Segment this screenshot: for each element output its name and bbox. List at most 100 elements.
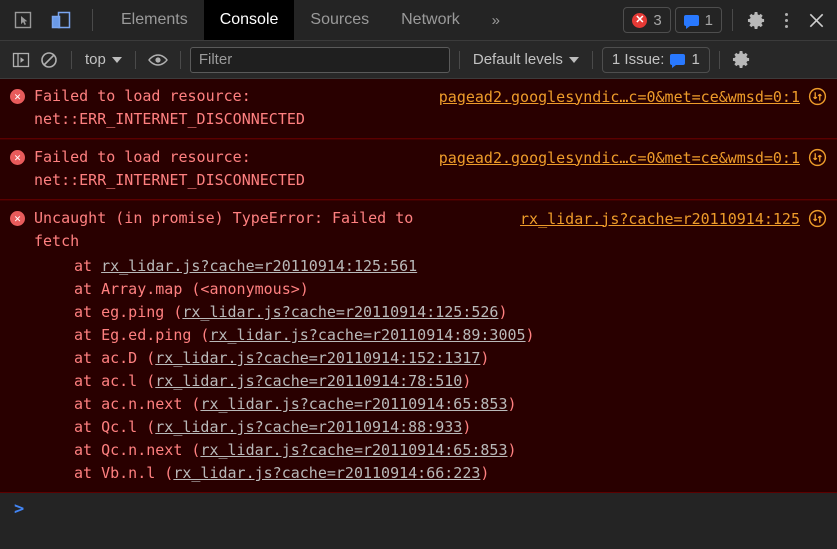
- log-levels-selector[interactable]: Default levels: [469, 48, 583, 72]
- device-toolbar-icon[interactable]: [48, 7, 74, 33]
- console-message-row[interactable]: ✕ Failed to load resource: net::ERR_INTE…: [0, 139, 837, 200]
- stack-frame: at eg.ping (rx_lidar.js?cache=r20110914:…: [34, 301, 827, 324]
- error-x-icon: ✕: [10, 150, 25, 165]
- stack-frame-function: at Vb.n.l (: [74, 464, 174, 482]
- error-x-icon: ✕: [632, 12, 648, 28]
- filterbar-divider-4: [458, 50, 460, 69]
- network-request-icon[interactable]: [808, 209, 827, 228]
- stack-frame: at ac.D (rx_lidar.js?cache=r20110914:152…: [34, 347, 827, 370]
- gear-icon[interactable]: [743, 7, 769, 33]
- source-link[interactable]: rx_lidar.js?cache=r20110914:125: [520, 210, 800, 228]
- clear-console-icon[interactable]: [36, 47, 62, 73]
- right-controls-divider: [732, 9, 733, 31]
- stack-frame-tail: ): [462, 372, 472, 390]
- filter-input[interactable]: [189, 46, 450, 73]
- prompt-caret-icon: >: [14, 499, 25, 519]
- error-x-icon: ✕: [10, 211, 25, 226]
- stack-frame: at ac.l (rx_lidar.js?cache=r20110914:78:…: [34, 370, 827, 393]
- stack-frame-function: at ac.n.next (: [74, 395, 201, 413]
- console-message-source: pagead2.googlesyndic…c=0&met=ce&wmsd=0:1: [439, 148, 827, 167]
- tabbar-divider: [92, 9, 93, 31]
- console-message-text: Failed to load resource: net::ERR_INTERN…: [34, 148, 305, 189]
- stack-frame: at ac.n.next (rx_lidar.js?cache=r2011091…: [34, 393, 827, 416]
- kebab-menu-icon[interactable]: [773, 7, 799, 33]
- stack-frame: at Qc.n.next (rx_lidar.js?cache=r2011091…: [34, 439, 827, 462]
- message-count-label: 1: [704, 11, 713, 29]
- stack-frame: at Vb.n.l (rx_lidar.js?cache=r20110914:6…: [34, 462, 827, 485]
- stack-frame-location-link[interactable]: rx_lidar.js?cache=r20110914:65:853: [200, 395, 507, 413]
- console-message-text: Uncaught (in promise) TypeError: Failed …: [34, 209, 423, 250]
- close-icon[interactable]: [803, 7, 829, 33]
- log-levels-label: Default levels: [472, 51, 563, 68]
- tabbar-right-controls: ✕ 3 1: [623, 0, 837, 40]
- stack-frame-function: at Qc.l (: [74, 418, 156, 436]
- console-filter-toolbar: top Default levels 1 Issue: 1: [0, 41, 837, 79]
- tab-network[interactable]: Network: [385, 0, 476, 40]
- filterbar-divider-1: [71, 50, 72, 69]
- filterbar-divider-5: [591, 50, 593, 69]
- network-request-icon[interactable]: [808, 148, 827, 167]
- console-sidebar-icon[interactable]: [8, 47, 34, 73]
- console-prompt[interactable]: >: [0, 493, 837, 518]
- filterbar-divider-2: [134, 50, 136, 69]
- network-request-icon[interactable]: [808, 87, 827, 106]
- chevron-down-icon: [568, 56, 579, 63]
- console-message-row[interactable]: ✕ Failed to load resource: net::ERR_INTE…: [0, 79, 837, 139]
- stack-frame-tail: ): [462, 418, 472, 436]
- issue-bubble-icon: [670, 54, 686, 68]
- stack-frame-tail: ): [507, 441, 517, 459]
- stack-frame-tail: ): [480, 349, 490, 367]
- source-link[interactable]: pagead2.googlesyndic…c=0&met=ce&wmsd=0:1: [439, 149, 800, 167]
- issues-label: 1 Issue:: [611, 51, 665, 68]
- tab-console[interactable]: Console: [203, 0, 295, 40]
- stack-frame-location-link[interactable]: rx_lidar.js?cache=r20110914:89:3005: [209, 326, 525, 344]
- stack-frame-function: at ac.l (: [74, 372, 156, 390]
- console-settings-gear-icon[interactable]: [729, 47, 755, 73]
- stack-frame-location-link[interactable]: rx_lidar.js?cache=r20110914:65:853: [200, 441, 507, 459]
- stack-frame-tail: ): [498, 303, 508, 321]
- stack-frame-function: at Eg.ed.ping (: [74, 326, 210, 344]
- stack-frame-tail: ): [525, 326, 535, 344]
- stack-frame: at Qc.l (rx_lidar.js?cache=r20110914:88:…: [34, 416, 827, 439]
- stack-frame-location-link[interactable]: rx_lidar.js?cache=r20110914:78:510: [155, 372, 462, 390]
- error-x-icon: ✕: [10, 89, 25, 104]
- console-message-row[interactable]: ✕ Uncaught (in promise) TypeError: Faile…: [0, 200, 837, 493]
- stack-frame: at Eg.ed.ping (rx_lidar.js?cache=r201109…: [34, 324, 827, 347]
- filterbar-divider-3: [179, 50, 181, 69]
- stack-frame-function: at Array.map (<anonymous>): [74, 280, 309, 298]
- stack-frame-location-link[interactable]: rx_lidar.js?cache=r20110914:125:561: [101, 257, 417, 275]
- console-message-source: rx_lidar.js?cache=r20110914:125: [520, 209, 827, 228]
- stack-trace: at rx_lidar.js?cache=r20110914:125:561 at…: [34, 255, 827, 485]
- stack-frame-location-link[interactable]: rx_lidar.js?cache=r20110914:152:1317: [155, 349, 480, 367]
- panel-tabs: Elements Console Sources Network: [105, 0, 476, 40]
- tab-sources[interactable]: Sources: [294, 0, 385, 40]
- tab-elements[interactable]: Elements: [105, 0, 204, 40]
- stack-frame-location-link[interactable]: rx_lidar.js?cache=r20110914:88:933: [155, 418, 462, 436]
- live-expression-eye-icon[interactable]: [145, 47, 171, 73]
- console-message-source: pagead2.googlesyndic…c=0&met=ce&wmsd=0:1: [439, 87, 827, 106]
- stack-frame-location-link[interactable]: rx_lidar.js?cache=r20110914:125:526: [182, 303, 498, 321]
- message-count-badge[interactable]: 1: [674, 7, 722, 33]
- stack-frame-function: at ac.D (: [74, 349, 156, 367]
- stack-frame-function: at: [74, 257, 102, 275]
- inspect-cursor-icon[interactable]: [10, 7, 36, 33]
- devtools-tabbar: Elements Console Sources Network » ✕ 3 1: [0, 0, 837, 41]
- chevron-down-icon: [111, 56, 122, 63]
- source-link[interactable]: pagead2.googlesyndic…c=0&met=ce&wmsd=0:1: [439, 88, 800, 106]
- console-message-text: Failed to load resource: net::ERR_INTERN…: [34, 87, 305, 128]
- stack-frame: at Array.map (<anonymous>): [34, 278, 827, 301]
- stack-frame-function: at eg.ping (: [74, 303, 183, 321]
- stack-frame-function: at Qc.n.next (: [74, 441, 201, 459]
- more-tabs-chevron-icon[interactable]: »: [476, 0, 516, 40]
- stack-frame-tail: ): [507, 395, 517, 413]
- stack-frame-location-link[interactable]: rx_lidar.js?cache=r20110914:66:223: [173, 464, 480, 482]
- execution-context-label: top: [85, 51, 106, 68]
- issues-button[interactable]: 1 Issue: 1: [601, 46, 710, 73]
- filterbar-divider-6: [718, 50, 720, 69]
- error-count-label: 3: [653, 11, 662, 29]
- tabbar-left-icons: [0, 0, 105, 40]
- error-count-badge[interactable]: ✕ 3: [623, 7, 671, 33]
- stack-frame: at rx_lidar.js?cache=r20110914:125:561: [34, 255, 827, 278]
- execution-context-selector[interactable]: top: [81, 48, 126, 72]
- console-message-list[interactable]: ✕ Failed to load resource: net::ERR_INTE…: [0, 79, 837, 549]
